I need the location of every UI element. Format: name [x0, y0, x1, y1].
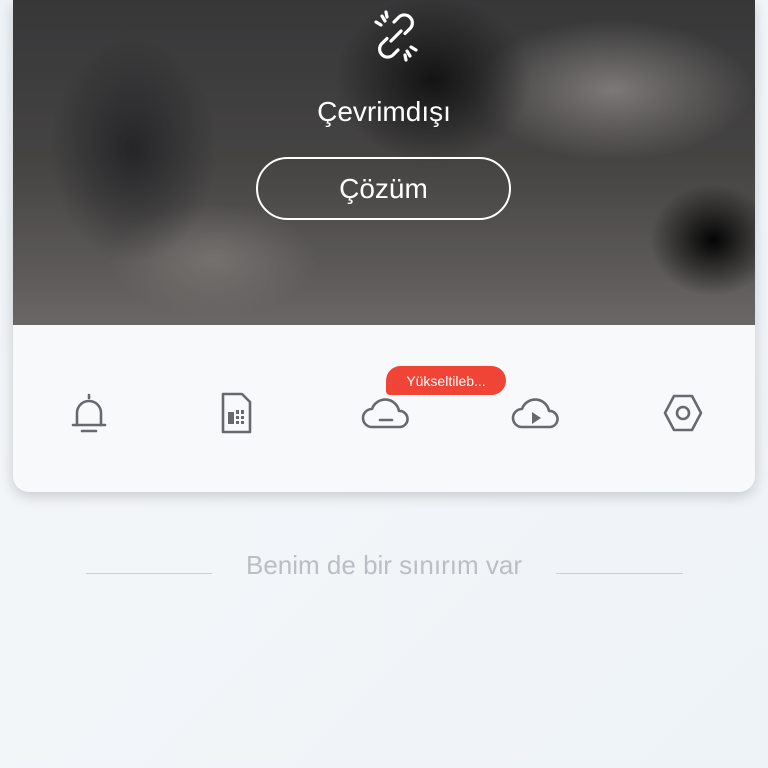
camera-preview[interactable]: Çevrimdışı Çözüm: [13, 0, 755, 325]
sim-card-button[interactable]: [208, 385, 264, 441]
settings-button[interactable]: [655, 385, 711, 441]
cloud-playback-button[interactable]: [508, 385, 564, 441]
solution-button[interactable]: Çözüm: [256, 157, 511, 220]
cloud-play-icon: [511, 398, 559, 429]
sim-card-icon: [221, 392, 252, 434]
footer-divider-right: [556, 573, 683, 574]
footer-text: Benim de bir sınırım var: [246, 550, 522, 580]
feature-toolbar: Yükseltileb...: [13, 325, 755, 492]
bell-icon: [71, 393, 107, 433]
broken-link-icon: [374, 10, 418, 62]
cloud-icon: [361, 398, 409, 429]
alarm-button[interactable]: [61, 385, 117, 441]
offline-status-text: Çevrimdışı: [317, 96, 451, 127]
settings-icon: [663, 394, 703, 432]
upgrade-badge[interactable]: Yükseltileb...: [386, 366, 506, 395]
camera-card: Çevrimdışı Çözüm Yükseltileb...: [13, 0, 755, 492]
